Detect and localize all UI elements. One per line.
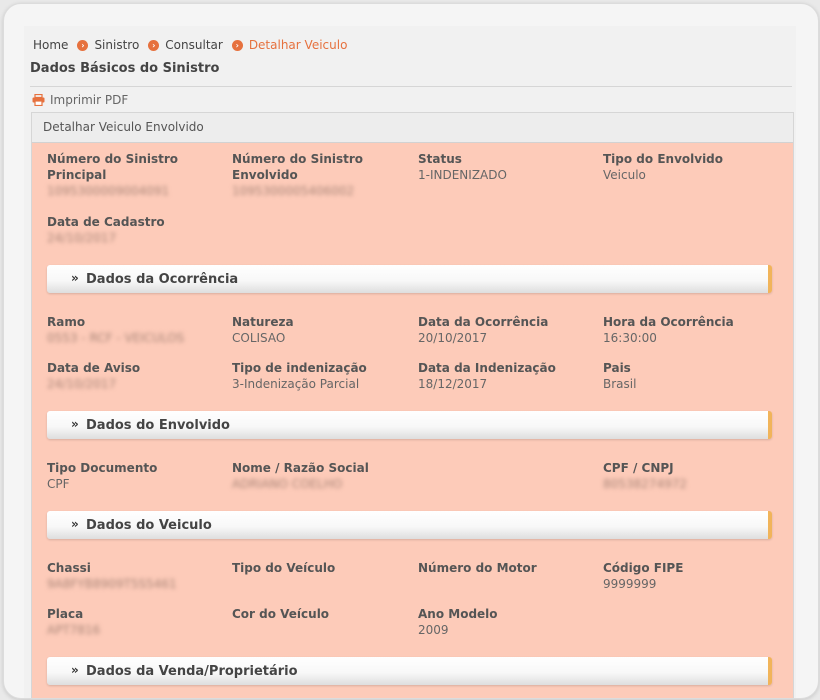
- section-title: Dados do Veiculo: [86, 518, 212, 533]
- field-label: Número do Sinistro Principal: [47, 152, 179, 182]
- field-natureza: Natureza COLISAO: [232, 314, 412, 346]
- field-label: Data da Indenização: [418, 361, 556, 375]
- field-label: Data de Cadastro: [47, 215, 165, 229]
- field-label: Status: [418, 152, 462, 166]
- field-ano-modelo: Ano Modelo 2009: [418, 606, 598, 638]
- content-area: Home › Sinistro › Consultar › Detalhar V…: [24, 26, 796, 698]
- field-label: Nome / Razão Social: [232, 461, 369, 475]
- field-label: Número do Motor: [418, 561, 537, 575]
- field-num-sinistro-principal: Número do Sinistro Principal 10953000090…: [47, 151, 227, 199]
- field-hora-ocorrencia: Hora da Ocorrência 16:30:00: [603, 314, 783, 346]
- field-data-ocorrencia: Data da Ocorrência 20/10/2017: [418, 314, 598, 346]
- field-cor-veiculo: Cor do Veículo: [232, 606, 412, 622]
- field-label: Tipo do Envolvido: [603, 152, 724, 166]
- page-title: Dados Básicos do Sinistro: [30, 61, 220, 76]
- field-label: Placa: [47, 607, 84, 621]
- field-value: Brasil: [603, 377, 637, 391]
- field-label: Cor do Veículo: [232, 607, 330, 621]
- field-tipo-documento: Tipo Documento CPF: [47, 460, 227, 492]
- field-codigo-fipe: Código FIPE 9999999: [603, 560, 783, 592]
- field-value: 9A8FYB8909T5S5461: [47, 577, 177, 591]
- title-divider: [30, 86, 792, 87]
- field-value: ADRIANO COELHO: [232, 477, 343, 491]
- field-value: APT7816: [47, 623, 101, 637]
- section-title: Dados da Ocorrência: [86, 272, 239, 287]
- field-ramo: Ramo 0553 - RCF - VEICULOS: [47, 314, 227, 346]
- field-value: 20/10/2017: [418, 331, 488, 345]
- print-pdf-label: Imprimir PDF: [50, 93, 129, 107]
- detail-panel: Detalhar Veiculo Envolvido Número do Sin…: [31, 112, 794, 698]
- section-envolvido[interactable]: » Dados do Envolvido: [47, 411, 772, 439]
- panel-header: Detalhar Veiculo Envolvido: [32, 113, 793, 143]
- section-venda-proprietario[interactable]: » Dados da Venda/Proprietário: [47, 657, 772, 685]
- section-title: Dados do Envolvido: [86, 418, 230, 433]
- chevron-right-circle-icon: ›: [148, 39, 160, 51]
- field-data-cadastro: Data de Cadastro 24/10/2017: [47, 214, 227, 246]
- field-value: Veiculo: [603, 168, 646, 182]
- field-status: Status 1-INDENIZADO: [418, 151, 598, 183]
- field-numero-motor: Número do Motor: [418, 560, 598, 576]
- field-value: 24/10/2017: [47, 231, 117, 245]
- print-pdf-link[interactable]: Imprimir PDF: [32, 93, 128, 107]
- section-ocorrencia[interactable]: » Dados da Ocorrência: [47, 265, 772, 293]
- field-value: CPF: [47, 477, 70, 491]
- field-label: Natureza: [232, 315, 294, 329]
- field-value: 9999999: [603, 577, 657, 591]
- field-label: Data de Aviso: [47, 361, 141, 375]
- field-label: Tipo do Veículo: [232, 561, 336, 575]
- window-frame: Home › Sinistro › Consultar › Detalhar V…: [3, 3, 819, 699]
- field-value: 16:30:00: [603, 331, 657, 345]
- field-label: Tipo Documento: [47, 461, 158, 475]
- field-label: Ramo: [47, 315, 86, 329]
- field-nome-razao-social: Nome / Razão Social ADRIANO COELHO: [232, 460, 592, 492]
- field-pais: Pais Brasil: [603, 360, 783, 392]
- field-label: CPF / CNPJ: [603, 461, 674, 475]
- field-num-sinistro-envolvido: Número do Sinistro Envolvido 10953000054…: [232, 151, 382, 199]
- double-chevron-right-icon: »: [71, 417, 79, 431]
- double-chevron-right-icon: »: [71, 663, 79, 677]
- breadcrumb-consultar[interactable]: Consultar: [165, 38, 223, 52]
- breadcrumb: Home › Sinistro › Consultar › Detalhar V…: [33, 38, 347, 52]
- field-value: 18/12/2017: [418, 377, 488, 391]
- field-chassi: Chassi 9A8FYB8909T5S5461: [47, 560, 227, 592]
- breadcrumb-sinistro[interactable]: Sinistro: [94, 38, 139, 52]
- field-value: COLISAO: [232, 331, 286, 345]
- field-label: Pais: [603, 361, 631, 375]
- field-value: 2009: [418, 623, 449, 637]
- field-value: 80538274972: [603, 477, 687, 491]
- section-veiculo[interactable]: » Dados do Veiculo: [47, 511, 772, 539]
- field-value: 3-Indenização Parcial: [232, 377, 360, 391]
- field-tipo-envolvido: Tipo do Envolvido Veiculo: [603, 151, 783, 183]
- field-label: Hora da Ocorrência: [603, 315, 734, 329]
- printer-icon: [32, 94, 45, 106]
- field-data-aviso: Data de Aviso 24/10/2017: [47, 360, 227, 392]
- field-label: Código FIPE: [603, 561, 684, 575]
- field-label: Número do Sinistro Envolvido: [232, 152, 364, 182]
- double-chevron-right-icon: »: [71, 271, 79, 285]
- field-label: Tipo de indenização: [232, 361, 367, 375]
- field-label: Data da Ocorrência: [418, 315, 549, 329]
- chevron-right-circle-icon: ›: [77, 39, 89, 51]
- field-tipo-indenizacao: Tipo de indenização 3-Indenização Parcia…: [232, 360, 412, 392]
- field-tipo-veiculo: Tipo do Veículo: [232, 560, 412, 576]
- field-placa: Placa APT7816: [47, 606, 227, 638]
- field-cpf-cnpj: CPF / CNPJ 80538274972: [603, 460, 783, 492]
- breadcrumb-home[interactable]: Home: [33, 38, 68, 52]
- chevron-right-circle-icon: ›: [231, 39, 243, 51]
- double-chevron-right-icon: »: [71, 517, 79, 531]
- field-value: 1095300009004091: [47, 184, 170, 198]
- field-data-indenizacao: Data da Indenização 18/12/2017: [418, 360, 598, 392]
- field-value: 1-INDENIZADO: [418, 168, 507, 182]
- field-value: 0553 - RCF - VEICULOS: [47, 331, 185, 345]
- field-value: 1095300005406002: [232, 184, 355, 198]
- section-title: Dados da Venda/Proprietário: [86, 664, 298, 679]
- field-label: Chassi: [47, 561, 91, 575]
- breadcrumb-detalhar-veiculo: Detalhar Veiculo: [248, 38, 348, 52]
- field-value: 24/10/2017: [47, 377, 117, 391]
- field-label: Ano Modelo: [418, 607, 498, 621]
